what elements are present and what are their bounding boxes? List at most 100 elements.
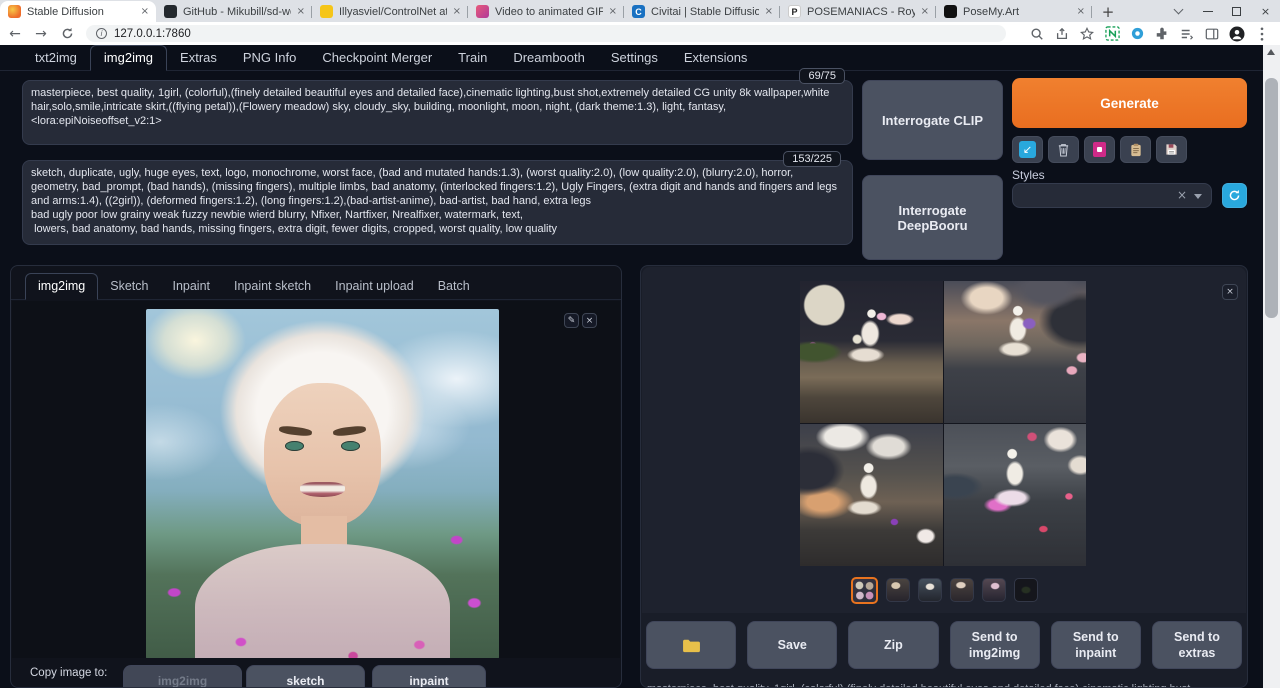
close-window-button[interactable]: ×: [1251, 0, 1280, 22]
styles-refresh-button[interactable]: [1222, 183, 1247, 208]
forward-icon[interactable]: →: [30, 25, 52, 43]
side-panel-icon[interactable]: [1204, 26, 1220, 42]
browser-tab-posemaniacs[interactable]: P POSEMANIACS - Royalty free 3 ×: [780, 1, 936, 22]
styles-clear-icon[interactable]: ×: [1177, 188, 1187, 202]
browser-tab-civitai[interactable]: C Civitai | Stable Diffusion model ×: [624, 1, 780, 22]
browser-menu-icon[interactable]: [1254, 26, 1270, 42]
tab-extras[interactable]: Extras: [167, 46, 230, 70]
result-image-4[interactable]: [944, 424, 1087, 566]
tab-checkpoint-merger[interactable]: Checkpoint Merger: [309, 46, 445, 70]
reload-icon[interactable]: [56, 25, 78, 43]
zoom-icon[interactable]: [1029, 26, 1045, 42]
interrogate-deepbooru-button[interactable]: Interrogate DeepBooru: [862, 175, 1003, 260]
negative-prompt-wrap: sketch, duplicate, ugly, huge eyes, text…: [22, 160, 853, 245]
paste-params-button[interactable]: ↙: [1012, 136, 1043, 163]
portrait-face: [264, 383, 380, 527]
back-icon[interactable]: ←: [4, 25, 26, 43]
subtab-sketch[interactable]: Sketch: [98, 274, 160, 299]
tab-close-icon[interactable]: ×: [763, 6, 775, 17]
gif-converter-favicon: [476, 5, 489, 18]
new-tab-button[interactable]: +: [1096, 1, 1120, 22]
send-to-extras-button[interactable]: Send to extras: [1152, 621, 1242, 669]
tab-close-icon[interactable]: ×: [139, 6, 151, 17]
prompt-textarea[interactable]: masterpiece, best quality, 1girl, (color…: [22, 80, 853, 145]
thumbnail-2[interactable]: [886, 578, 910, 602]
github-favicon: [164, 5, 177, 18]
tab-img2img[interactable]: img2img: [90, 45, 167, 71]
apply-styles-button[interactable]: [1120, 136, 1151, 163]
tab-settings[interactable]: Settings: [598, 46, 671, 70]
thumbnail-6[interactable]: [1014, 578, 1038, 602]
remove-image-button[interactable]: ×: [582, 313, 597, 328]
styles-dropdown[interactable]: ×: [1012, 183, 1212, 208]
subtab-inpaint[interactable]: Inpaint: [160, 274, 222, 299]
copy-to-inpaint-button[interactable]: inpaint: [372, 665, 486, 688]
extra-networks-button[interactable]: [1084, 136, 1115, 163]
tab-png-info[interactable]: PNG Info: [230, 46, 309, 70]
save-style-button[interactable]: [1156, 136, 1187, 163]
uploaded-image[interactable]: [146, 309, 499, 659]
share-icon[interactable]: [1054, 26, 1070, 42]
tab-extensions[interactable]: Extensions: [671, 46, 761, 70]
interrogate-clip-button[interactable]: Interrogate CLIP: [862, 80, 1003, 160]
subtab-img2img[interactable]: img2img: [25, 273, 98, 300]
tab-close-icon[interactable]: ×: [295, 6, 307, 17]
browser-tab-controlnet[interactable]: Illyasviel/ControlNet at main ×: [312, 1, 468, 22]
thumbnail-5[interactable]: [982, 578, 1006, 602]
tab-close-icon[interactable]: ×: [1075, 6, 1087, 17]
address-bar[interactable]: i 127.0.0.1:7860: [86, 25, 1006, 42]
result-image-1[interactable]: [800, 281, 943, 423]
maximize-button[interactable]: [1222, 0, 1251, 22]
tab-title: Illyasviel/ControlNet at main: [339, 6, 447, 18]
stable-diffusion-favicon: [8, 5, 21, 18]
open-folder-button[interactable]: [646, 621, 736, 669]
thumbnail-1-selected[interactable]: [851, 577, 878, 604]
result-image-grid[interactable]: [800, 281, 1086, 566]
gallery-close-button[interactable]: ×: [1222, 284, 1238, 300]
tab-close-icon[interactable]: ×: [607, 6, 619, 17]
zip-button[interactable]: Zip: [848, 621, 938, 669]
bookmark-star-icon[interactable]: [1079, 26, 1095, 42]
tab-train[interactable]: Train: [445, 46, 500, 70]
thumbnail-3[interactable]: [918, 578, 942, 602]
chevron-down-icon[interactable]: [1164, 0, 1193, 22]
edit-image-button[interactable]: ✎: [564, 313, 579, 328]
portrait-dress: [195, 544, 449, 660]
minimize-button[interactable]: [1193, 0, 1222, 22]
image-toolbar: ✎ ×: [564, 313, 597, 328]
blue-extension-icon[interactable]: [1129, 26, 1145, 42]
copy-to-sketch-button[interactable]: sketch: [246, 665, 365, 688]
result-image-2[interactable]: [944, 281, 1087, 423]
subtab-inpaint-upload[interactable]: Inpaint upload: [323, 274, 426, 299]
subtab-inpaint-sketch[interactable]: Inpaint sketch: [222, 274, 323, 299]
generate-button[interactable]: Generate: [1012, 78, 1247, 128]
clear-prompt-button[interactable]: [1048, 136, 1079, 163]
tab-close-icon[interactable]: ×: [919, 6, 931, 17]
browser-tab-posemyart[interactable]: PoseMy.Art ×: [936, 1, 1092, 22]
scrollbar-up-arrow-icon[interactable]: [1267, 49, 1275, 55]
image-drop-area[interactable]: ✎ ×: [12, 301, 620, 658]
browser-tab-gif-converter[interactable]: Video to animated GIF converter ×: [468, 1, 624, 22]
page-scrollbar[interactable]: [1263, 45, 1280, 688]
browser-tab-stable-diffusion[interactable]: Stable Diffusion ×: [0, 1, 156, 22]
negative-prompt-textarea[interactable]: sketch, duplicate, ugly, huge eyes, text…: [22, 160, 853, 245]
tab-dreambooth[interactable]: Dreambooth: [500, 46, 598, 70]
tab-list-icon[interactable]: [1179, 26, 1195, 42]
scrollbar-thumb[interactable]: [1265, 78, 1278, 318]
thumbnail-4[interactable]: [950, 578, 974, 602]
send-to-inpaint-button[interactable]: Send to inpaint: [1051, 621, 1141, 669]
browser-tab-github[interactable]: GitHub - Mikubill/sd-webui-co ×: [156, 1, 312, 22]
extensions-puzzle-icon[interactable]: [1154, 26, 1170, 42]
save-button[interactable]: Save: [747, 621, 837, 669]
prompt-wrap: masterpiece, best quality, 1girl, (color…: [22, 80, 853, 145]
send-to-img2img-button[interactable]: Send to img2img: [950, 621, 1040, 669]
site-info-icon[interactable]: i: [96, 28, 107, 39]
subtab-batch[interactable]: Batch: [426, 274, 482, 299]
result-image-3[interactable]: [800, 424, 943, 566]
notion-extension-icon[interactable]: [1104, 26, 1120, 42]
tab-txt2img[interactable]: txt2img: [22, 46, 90, 70]
profile-avatar[interactable]: [1229, 26, 1245, 42]
results-panel: × Save Zip: [640, 265, 1248, 688]
chevron-down-icon[interactable]: [1194, 194, 1202, 199]
tab-close-icon[interactable]: ×: [451, 6, 463, 17]
